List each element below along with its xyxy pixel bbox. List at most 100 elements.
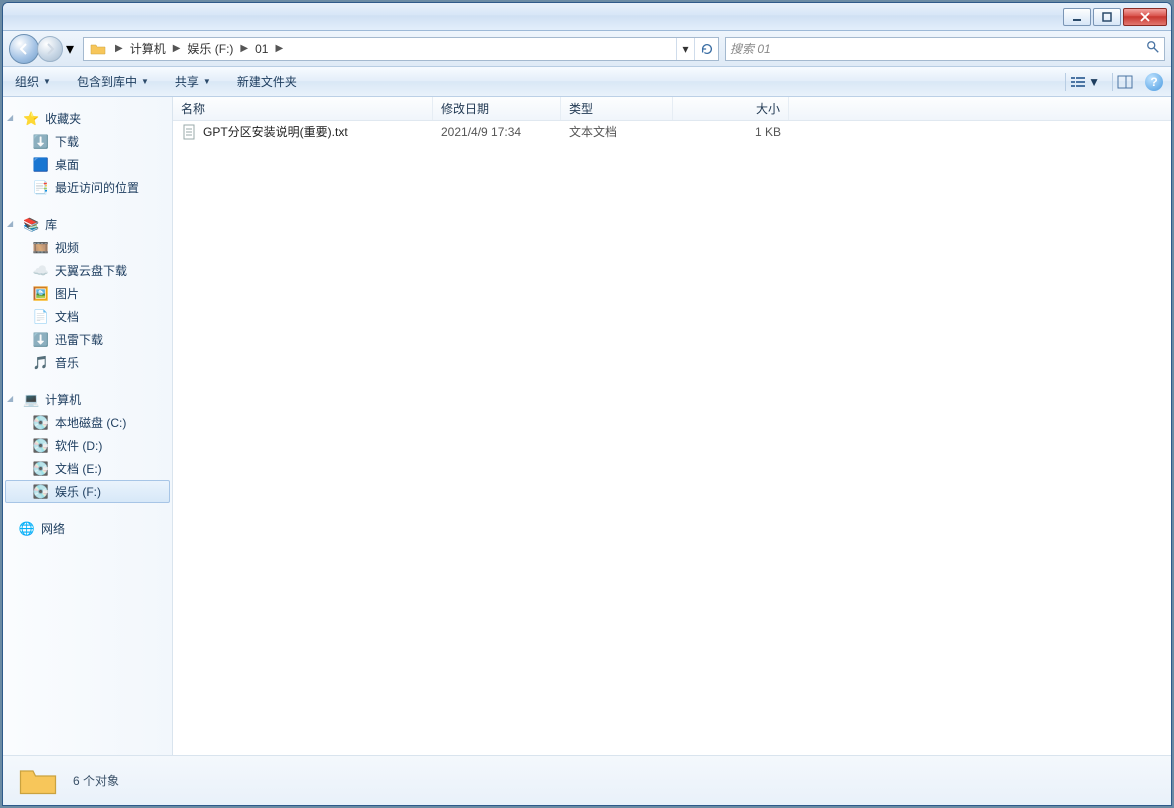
computer-item-icon: 💽 xyxy=(33,415,49,431)
nav-favorites-header[interactable]: ⭐ 收藏夹 xyxy=(5,107,170,130)
nav-item[interactable]: 🟦 桌面 xyxy=(5,153,170,176)
computer-item-icon: 💽 xyxy=(33,438,49,454)
breadcrumb-folder[interactable]: 01 xyxy=(251,38,272,60)
file-row[interactable]: GPT分区安装说明(重要).txt 2021/4/9 17:34文本文档1 KB xyxy=(173,121,1171,142)
nav-item[interactable]: 📄 文档 xyxy=(5,305,170,328)
folder-icon xyxy=(88,39,108,59)
library-icon: 📚 xyxy=(23,217,39,233)
column-name[interactable]: 名称 xyxy=(173,97,433,120)
nav-history-dropdown[interactable]: ▾ xyxy=(63,35,77,63)
nav-item-label: 天翼云盘下载 xyxy=(55,262,127,279)
network-icon: 🌐 xyxy=(19,521,35,537)
nav-item[interactable]: 🎞️ 视频 xyxy=(5,236,170,259)
help-button[interactable]: ? xyxy=(1145,73,1163,91)
share-menu[interactable]: 共享▼ xyxy=(171,71,215,92)
titlebar xyxy=(3,3,1171,31)
nav-computer-header[interactable]: 💻 计算机 xyxy=(5,388,170,411)
file-list[interactable]: GPT分区安装说明(重要).txt 2021/4/9 17:34文本文档1 KB xyxy=(173,121,1171,755)
file-type: 文本文档 xyxy=(561,123,673,140)
favorites-item-icon: ⬇️ xyxy=(33,134,49,150)
nav-item[interactable]: 💽 软件 (D:) xyxy=(5,434,170,457)
column-date[interactable]: 修改日期 xyxy=(433,97,561,120)
file-name: GPT分区安装说明(重要).txt xyxy=(203,123,348,140)
breadcrumb-drive[interactable]: 娱乐 (F:) xyxy=(183,38,237,60)
nav-item[interactable]: ☁️ 天翼云盘下载 xyxy=(5,259,170,282)
status-bar: 6 个对象 xyxy=(3,755,1171,805)
nav-item-label: 文档 xyxy=(55,308,79,325)
file-size: 1 KB xyxy=(673,125,789,139)
nav-item[interactable]: 📑 最近访问的位置 xyxy=(5,176,170,199)
include-in-library-menu[interactable]: 包含到库中▼ xyxy=(73,71,153,92)
nav-item[interactable]: 🖼️ 图片 xyxy=(5,282,170,305)
preview-pane-button[interactable] xyxy=(1112,73,1137,91)
refresh-button[interactable] xyxy=(694,38,718,60)
address-bar[interactable]: ▶ 计算机 ▶ 娱乐 (F:) ▶ 01 ▶ ▾ xyxy=(83,37,719,61)
libraries-item-icon: 🎵 xyxy=(33,355,49,371)
minimize-button[interactable] xyxy=(1063,8,1091,26)
libraries-item-icon: 🎞️ xyxy=(33,240,49,256)
chevron-right-icon[interactable]: ▶ xyxy=(112,43,126,54)
nav-buttons: ▾ xyxy=(9,34,77,64)
nav-network-group: 🌐 网络 xyxy=(5,517,170,540)
nav-item-label: 音乐 xyxy=(55,354,79,371)
nav-item-label: 娱乐 (F:) xyxy=(55,483,101,500)
file-pane: 名称 修改日期 类型 大小 GPT分区安装说明(重要).txt 2021/4/9 … xyxy=(173,97,1171,755)
nav-item[interactable]: 💽 本地磁盘 (C:) xyxy=(5,411,170,434)
chevron-right-icon[interactable]: ▶ xyxy=(272,43,286,54)
file-date: 2021/4/9 17:34 xyxy=(433,125,561,139)
computer-item-icon: 💽 xyxy=(33,461,49,477)
nav-item[interactable]: 🎵 音乐 xyxy=(5,351,170,374)
nav-item[interactable]: ⬇️ 下载 xyxy=(5,130,170,153)
computer-item-icon: 💽 xyxy=(33,484,49,500)
column-type[interactable]: 类型 xyxy=(561,97,673,120)
close-button[interactable] xyxy=(1123,8,1167,26)
nav-network-header[interactable]: 🌐 网络 xyxy=(5,517,170,540)
nav-item-label: 软件 (D:) xyxy=(55,437,102,454)
window-buttons xyxy=(1063,8,1167,26)
back-button[interactable] xyxy=(9,34,39,64)
nav-item[interactable]: 💽 娱乐 (F:) xyxy=(5,480,170,503)
file-icon xyxy=(181,124,197,140)
view-options-button[interactable]: ▼ xyxy=(1065,73,1104,91)
navigation-pane[interactable]: ⭐ 收藏夹 ⬇️ 下载 🟦 桌面 📑 最近访问的位置 📚 库 🎞️ 视频 ☁️ 天翼云盘下载 🖼️… xyxy=(3,97,173,755)
nav-item[interactable]: ⬇️ 迅雷下载 xyxy=(5,328,170,351)
explorer-window: ▾ ▶ 计算机 ▶ 娱乐 (F:) ▶ 01 ▶ ▾ 搜索 01 xyxy=(2,2,1172,806)
nav-item[interactable]: 💽 文档 (E:) xyxy=(5,457,170,480)
libraries-item-icon: 🖼️ xyxy=(33,286,49,302)
computer-icon: 💻 xyxy=(23,392,39,408)
nav-item-label: 图片 xyxy=(55,285,79,302)
column-size[interactable]: 大小 xyxy=(673,97,789,120)
toolbar: 组织▼ 包含到库中▼ 共享▼ 新建文件夹 ▼ ? xyxy=(3,67,1171,97)
search-placeholder: 搜索 01 xyxy=(730,40,771,57)
libraries-item-icon: ⬇️ xyxy=(33,332,49,348)
maximize-button[interactable] xyxy=(1093,8,1121,26)
nav-item-label: 下载 xyxy=(55,133,79,150)
nav-item-label: 文档 (E:) xyxy=(55,460,102,477)
nav-item-label: 本地磁盘 (C:) xyxy=(55,414,126,431)
navbar: ▾ ▶ 计算机 ▶ 娱乐 (F:) ▶ 01 ▶ ▾ 搜索 01 xyxy=(3,31,1171,67)
nav-libraries-header[interactable]: 📚 库 xyxy=(5,213,170,236)
chevron-right-icon[interactable]: ▶ xyxy=(170,43,184,54)
nav-item-label: 视频 xyxy=(55,239,79,256)
chevron-right-icon[interactable]: ▶ xyxy=(237,43,251,54)
search-icon xyxy=(1146,40,1160,57)
folder-icon xyxy=(17,760,59,802)
nav-item-label: 迅雷下载 xyxy=(55,331,103,348)
forward-button[interactable] xyxy=(37,36,63,62)
star-icon: ⭐ xyxy=(23,111,39,127)
nav-favorites-group: ⭐ 收藏夹 ⬇️ 下载 🟦 桌面 📑 最近访问的位置 xyxy=(5,107,170,199)
libraries-item-icon: 📄 xyxy=(33,309,49,325)
nav-computer-group: 💻 计算机 💽 本地磁盘 (C:) 💽 软件 (D:) 💽 文档 (E:) 💽 娱乐 (F:) xyxy=(5,388,170,503)
nav-item-label: 桌面 xyxy=(55,156,79,173)
nav-item-label: 最近访问的位置 xyxy=(55,179,139,196)
organize-menu[interactable]: 组织▼ xyxy=(11,71,55,92)
nav-libraries-group: 📚 库 🎞️ 视频 ☁️ 天翼云盘下载 🖼️ 图片 📄 文档 ⬇️ 迅雷下载 🎵 音乐 xyxy=(5,213,170,374)
body: ⭐ 收藏夹 ⬇️ 下载 🟦 桌面 📑 最近访问的位置 📚 库 🎞️ 视频 ☁️ 天翼云盘下载 🖼️… xyxy=(3,97,1171,755)
address-dropdown[interactable]: ▾ xyxy=(676,38,694,60)
breadcrumb-computer[interactable]: 计算机 xyxy=(126,38,170,60)
search-input[interactable]: 搜索 01 xyxy=(725,37,1165,61)
favorites-item-icon: 🟦 xyxy=(33,157,49,173)
new-folder-button[interactable]: 新建文件夹 xyxy=(233,71,301,92)
libraries-item-icon: ☁️ xyxy=(33,263,49,279)
favorites-item-icon: 📑 xyxy=(33,180,49,196)
